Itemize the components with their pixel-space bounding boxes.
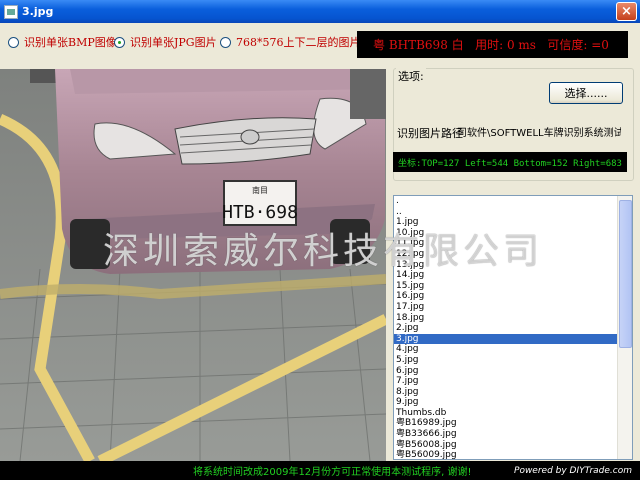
select-button[interactable]: 选择......: [549, 82, 623, 104]
file-list-item[interactable]: 2.jpg: [394, 323, 619, 334]
file-list-item[interactable]: Thumbs.db: [394, 408, 619, 419]
file-list-item[interactable]: 9.jpg: [394, 397, 619, 408]
app-icon: [4, 4, 18, 19]
image-path-field[interactable]: 司软件\SOFTWELL车牌识别系统测试版\车牌: [457, 122, 621, 139]
image-path-label: 识别图片路径: [397, 127, 463, 140]
close-button[interactable]: ×: [616, 2, 637, 21]
file-list-items: ... 1.jpg 10.jpg 11.jpg 12.jpg 13.jpg 14.jpg 15…: [394, 196, 619, 459]
radio-button-icon[interactable]: [8, 36, 19, 48]
plate-coordinates: 坐标:TOP=127 Left=544 Bottom=152 Right=683: [393, 152, 627, 172]
radio-768x576[interactable]: 768*576上下二层的图片: [220, 34, 361, 50]
file-list-item[interactable]: 14.jpg: [394, 270, 619, 281]
file-list-item[interactable]: 11.jpg: [394, 238, 619, 249]
license-plate-photo: 南目 HTB·698: [0, 69, 386, 461]
status-notice: 将系统时间改成2009年12月份方可正常使用本测试程序, 谢谢!: [193, 467, 472, 478]
file-list-item[interactable]: 18.jpg: [394, 313, 619, 324]
file-list-item[interactable]: 粤B56008.jpg: [394, 440, 619, 451]
file-list-item[interactable]: 13.jpg: [394, 260, 619, 271]
file-list-item[interactable]: 3.jpg: [394, 333, 619, 345]
powered-by-text: Powered by DIYTrade.com: [514, 465, 632, 476]
radio-button-icon[interactable]: [114, 36, 125, 48]
file-list-item[interactable]: 1.jpg: [394, 217, 619, 228]
file-list-item[interactable]: 粤B33666.jpg: [394, 429, 619, 440]
file-list-item[interactable]: 5.jpg: [394, 355, 619, 366]
file-list-item[interactable]: 7.jpg: [394, 376, 619, 387]
scrollbar-thumb[interactable]: [619, 200, 632, 348]
plate-region-text: 南目: [252, 185, 268, 195]
file-list-item[interactable]: ..: [394, 207, 619, 218]
file-list-item[interactable]: 8.jpg: [394, 387, 619, 398]
window-title: 3.jpg: [22, 5, 54, 18]
radio-jpg[interactable]: 识别单张JPG图片: [114, 34, 217, 50]
title-bar[interactable]: 3.jpg ×: [0, 0, 640, 23]
radio-bmp[interactable]: 识别单张BMP图像: [8, 34, 117, 50]
file-list[interactable]: ... 1.jpg 10.jpg 11.jpg 12.jpg 13.jpg 14.jpg 15…: [393, 195, 633, 460]
plate-number-text: HTB·698: [222, 202, 298, 223]
file-list-item[interactable]: 12.jpg: [394, 249, 619, 260]
options-group-label: 选项:: [396, 68, 426, 84]
file-list-item[interactable]: .: [394, 196, 619, 207]
file-list-item[interactable]: 15.jpg: [394, 281, 619, 292]
status-bar: 将系统时间改成2009年12月份方可正常使用本测试程序, 谢谢! Powered…: [0, 461, 640, 480]
radio-jpg-label: 识别单张JPG图片: [130, 36, 217, 49]
file-list-scrollbar[interactable]: [617, 196, 632, 459]
file-list-item[interactable]: 粤B56009.jpg: [394, 450, 619, 459]
file-list-item[interactable]: 6.jpg: [394, 366, 619, 377]
file-list-item[interactable]: 17.jpg: [394, 302, 619, 313]
radio-button-icon[interactable]: [220, 36, 231, 48]
recognition-result: 粤 BHTB698 白 用时: 0 ms 可信度: =0: [357, 31, 628, 58]
file-list-item[interactable]: 16.jpg: [394, 291, 619, 302]
file-list-item[interactable]: 10.jpg: [394, 228, 619, 239]
radio-bmp-label: 识别单张BMP图像: [24, 36, 117, 49]
car-photo-illustration: 南目 HTB·698: [0, 69, 386, 461]
file-list-item[interactable]: 粤B16989.jpg: [394, 418, 619, 429]
radio-768x576-label: 768*576上下二层的图片: [236, 36, 361, 49]
file-list-item[interactable]: 4.jpg: [394, 344, 619, 355]
